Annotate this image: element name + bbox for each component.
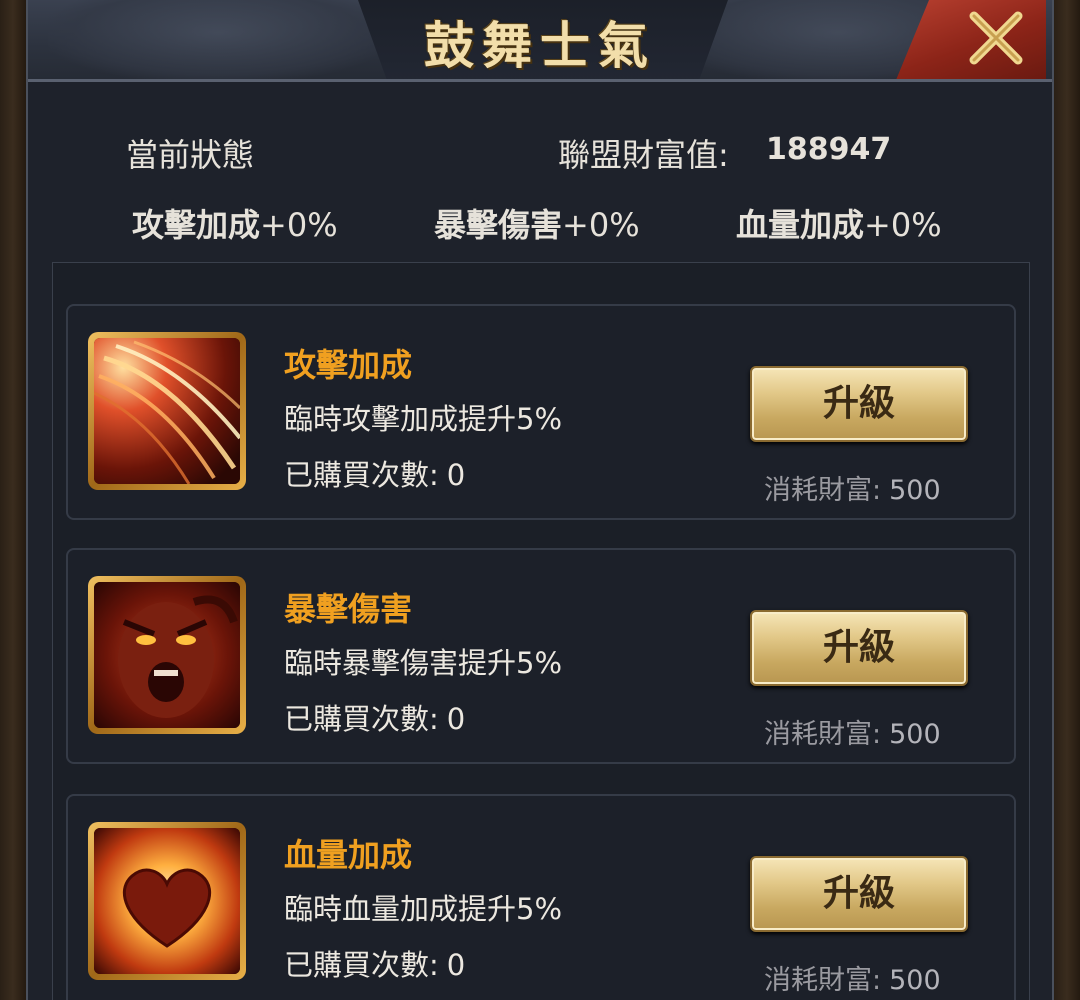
purchase-count-value: 0 <box>446 702 466 736</box>
card-title: 血量加成 <box>284 836 413 874</box>
attack-slash-icon <box>88 332 246 490</box>
bonus-value: +0% <box>562 206 640 244</box>
alliance-wealth-value: 188947 <box>766 132 892 167</box>
crit-damage-status: 暴擊傷害+0% <box>434 200 640 246</box>
purchase-count: 已購買次數: 0 <box>284 452 465 494</box>
morale-panel: 鼓舞士氣 當前狀態 聯盟財富值: 188947 攻擊加成+0% 暴擊傷害+0% … <box>26 0 1054 1000</box>
current-status-label: 當前狀態 <box>126 136 255 174</box>
purchase-count-value: 0 <box>446 458 466 492</box>
bonus-value: +0% <box>260 206 338 244</box>
window-frame-left <box>0 0 26 1000</box>
upgrade-card-attack: 攻擊加成 臨時攻擊加成提升5% 已購買次數: 0 升級 消耗財富: 500 <box>66 304 1016 520</box>
purchase-count: 已購買次數: 0 <box>284 696 465 738</box>
close-icon <box>969 11 1023 65</box>
purchase-count: 已購買次數: 0 <box>284 942 465 984</box>
page-title: 鼓舞士氣 <box>424 16 656 75</box>
card-title: 暴擊傷害 <box>284 590 413 628</box>
attack-bonus-status: 攻擊加成+0% <box>132 200 338 246</box>
rage-face-icon <box>88 576 246 734</box>
card-description: 臨時血量加成提升5% <box>284 892 563 926</box>
bonus-value: +0% <box>864 206 942 244</box>
upgrade-button[interactable]: 升級 <box>750 366 968 442</box>
purchase-count-label: 已購買次數: <box>284 702 439 736</box>
cost: 消耗財富: 500 <box>764 712 941 751</box>
upgrade-button[interactable]: 升級 <box>750 610 968 686</box>
cost-label: 消耗財富: <box>764 475 882 506</box>
window-frame-right <box>1054 0 1080 1000</box>
purchase-count-label: 已購買次數: <box>284 458 439 492</box>
purchase-count-label: 已購買次數: <box>284 948 439 982</box>
cost-value: 500 <box>889 475 941 506</box>
upgrade-card-crit: 暴擊傷害 臨時暴擊傷害提升5% 已購買次數: 0 升級 消耗財富: 500 <box>66 548 1016 764</box>
cost-value: 500 <box>889 965 941 996</box>
upgrade-card-hp: 血量加成 臨時血量加成提升5% 已購買次數: 0 升級 消耗財富: 500 <box>66 794 1016 1000</box>
bonus-name: 攻擊加成 <box>132 206 261 244</box>
alliance-wealth-label: 聯盟財富值: <box>558 136 729 174</box>
status-section: 當前狀態 聯盟財富值: 188947 攻擊加成+0% 暴擊傷害+0% 血量加成+… <box>28 82 1052 260</box>
header-bar: 鼓舞士氣 <box>28 0 1052 82</box>
cost: 消耗財富: 500 <box>764 958 941 997</box>
card-description: 臨時暴擊傷害提升5% <box>284 646 563 680</box>
cost-value: 500 <box>889 719 941 750</box>
card-title: 攻擊加成 <box>284 346 413 384</box>
purchase-count-value: 0 <box>446 948 466 982</box>
hp-bonus-status: 血量加成+0% <box>736 200 942 246</box>
cost-label: 消耗財富: <box>764 965 882 996</box>
cost: 消耗財富: 500 <box>764 468 941 507</box>
upgrade-button[interactable]: 升級 <box>750 856 968 932</box>
bonus-name: 暴擊傷害 <box>434 206 563 244</box>
cost-label: 消耗財富: <box>764 719 882 750</box>
bonus-name: 血量加成 <box>736 206 865 244</box>
heart-glow-icon <box>88 822 246 980</box>
card-description: 臨時攻擊加成提升5% <box>284 402 563 436</box>
